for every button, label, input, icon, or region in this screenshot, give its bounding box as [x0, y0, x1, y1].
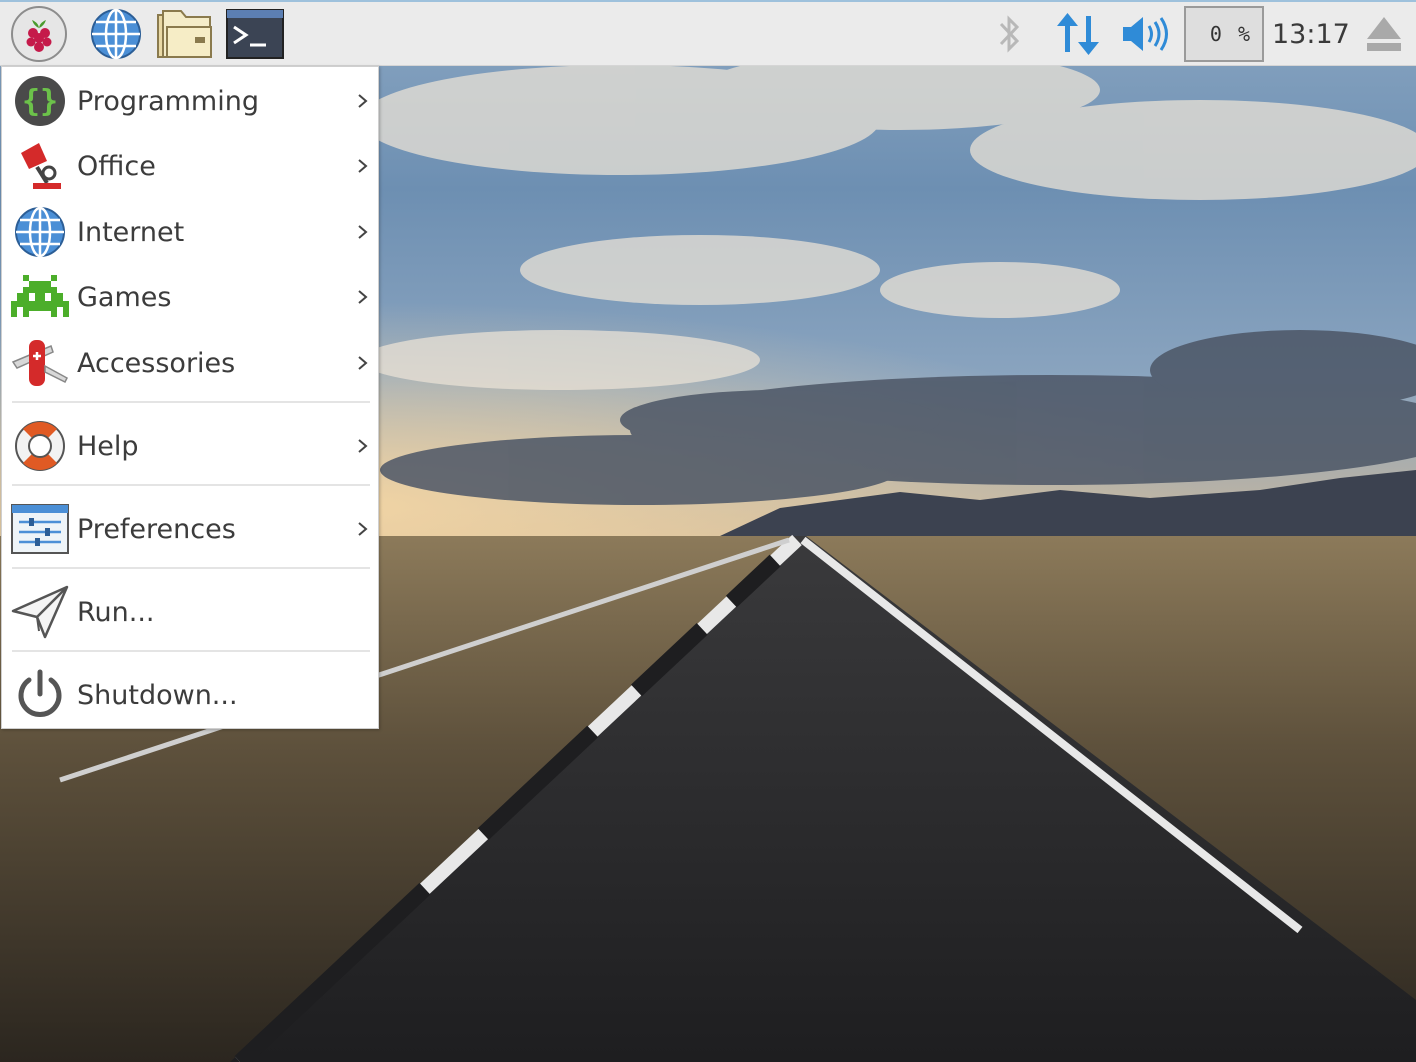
menu-item-label: Run...: [77, 597, 155, 628]
sliders-icon: [11, 504, 69, 554]
menu-item-shutdown[interactable]: Shutdown...: [2, 663, 378, 727]
code-braces-icon: {}: [15, 76, 65, 126]
web-browser-launcher[interactable]: [86, 2, 146, 66]
chevron-right-icon: [358, 522, 368, 536]
globe-icon: [15, 206, 65, 258]
menu-item-label: Games: [77, 282, 172, 313]
terminal-icon: [226, 9, 284, 59]
svg-text:{}: {}: [22, 84, 58, 119]
menu-separator: [12, 567, 370, 569]
menu-separator: [12, 650, 370, 652]
menu-item-help[interactable]: Help: [2, 414, 378, 478]
terminal-launcher[interactable]: [224, 2, 286, 66]
volume-button[interactable]: [1118, 2, 1172, 66]
menu-item-label: Internet: [77, 217, 185, 248]
menu-item-label: Office: [77, 151, 156, 182]
menu-item-label: Shutdown...: [77, 680, 238, 711]
pocket-knife-icon: [11, 340, 68, 386]
menu-item-preferences[interactable]: Preferences: [2, 497, 378, 561]
menu-item-run[interactable]: Run...: [2, 580, 378, 644]
menu-item-label: Help: [77, 431, 139, 462]
eject-button[interactable]: [1360, 2, 1408, 66]
space-invader-icon: [11, 275, 69, 317]
menu-separator: [12, 484, 370, 486]
menu-item-games[interactable]: Games: [2, 265, 378, 329]
chevron-right-icon: [358, 439, 368, 453]
network-button[interactable]: [1052, 2, 1104, 66]
volume-icon: [1123, 17, 1168, 51]
chevron-right-icon: [358, 94, 368, 108]
lifebuoy-icon: [15, 421, 65, 471]
folder-icon: [157, 10, 212, 58]
power-icon: [18, 669, 62, 717]
cpu-usage-monitor[interactable]: 0 %: [1184, 6, 1264, 62]
top-panel: 0 % 13:17: [0, 0, 1416, 66]
bluetooth-button[interactable]: [990, 2, 1030, 66]
bluetooth-icon: [999, 15, 1020, 53]
menu-item-accessories[interactable]: Accessories: [2, 331, 378, 395]
menu-separator: [12, 401, 370, 403]
cpu-usage-text: 0 %: [1209, 22, 1252, 46]
file-manager-launcher[interactable]: [154, 2, 216, 66]
menu-item-office[interactable]: Office: [2, 134, 378, 198]
chevron-right-icon: [358, 225, 368, 239]
chevron-right-icon: [358, 356, 368, 370]
menu-item-programming[interactable]: {} Programming: [2, 69, 378, 133]
paper-plane-icon: [11, 585, 69, 639]
raspberry-icon: [11, 6, 67, 62]
desk-lamp-icon: [21, 143, 61, 189]
chevron-right-icon: [358, 159, 368, 173]
menu-item-label: Accessories: [77, 348, 236, 379]
clock[interactable]: 13:17: [1272, 2, 1350, 66]
chevron-right-icon: [358, 290, 368, 304]
eject-icon: [1367, 17, 1401, 51]
application-menu: {} Programming Office Internet Games Acc…: [1, 66, 379, 729]
menu-item-internet[interactable]: Internet: [2, 200, 378, 264]
menu-button[interactable]: [8, 2, 70, 66]
menu-item-label: Preferences: [77, 514, 236, 545]
globe-icon: [91, 8, 141, 60]
menu-item-label: Programming: [77, 86, 259, 117]
network-updown-icon: [1057, 13, 1099, 55]
